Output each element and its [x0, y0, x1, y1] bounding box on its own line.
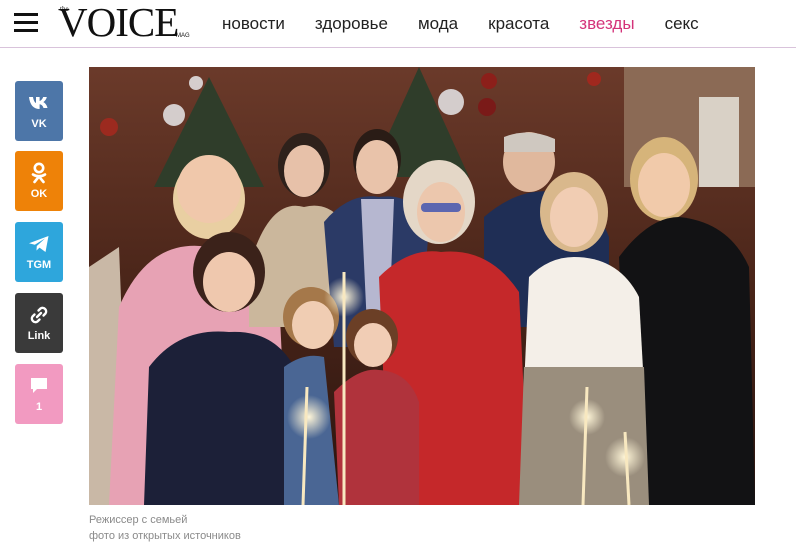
main-nav: новости здоровье мода красота звезды сек…	[222, 14, 729, 34]
comment-icon	[28, 375, 50, 397]
nav-item-beauty[interactable]: красота	[488, 14, 549, 34]
odnoklassniki-icon	[28, 162, 50, 184]
menu-icon[interactable]	[14, 13, 38, 33]
nav-item-sex[interactable]: секс	[665, 14, 699, 34]
nav-item-health[interactable]: здоровье	[315, 14, 388, 34]
nav-item-news[interactable]: новости	[222, 14, 285, 34]
share-ok-button[interactable]: OK	[15, 151, 63, 211]
share-telegram-button[interactable]: TGM	[15, 222, 63, 282]
site-header: the VOICE MAG новости здоровье мода крас…	[0, 0, 796, 48]
vk-icon	[28, 92, 50, 114]
caption-text: Режиссер с семьей	[89, 514, 188, 526]
copy-link-button[interactable]: Link	[15, 293, 63, 353]
share-vk-button[interactable]: VK	[15, 81, 63, 141]
nav-item-stars[interactable]: звезды	[579, 14, 634, 34]
link-icon	[28, 304, 50, 326]
comments-button[interactable]: 1	[15, 364, 63, 424]
telegram-icon	[28, 233, 50, 255]
photo-caption: Режиссер с семьей фото из открытых источ…	[89, 512, 241, 544]
caption-credit: фото из открытых источников	[89, 530, 241, 542]
nav-item-fashion[interactable]: мода	[418, 14, 458, 34]
article-photo	[89, 67, 755, 505]
site-logo[interactable]: the VOICE MAG	[58, 0, 194, 44]
